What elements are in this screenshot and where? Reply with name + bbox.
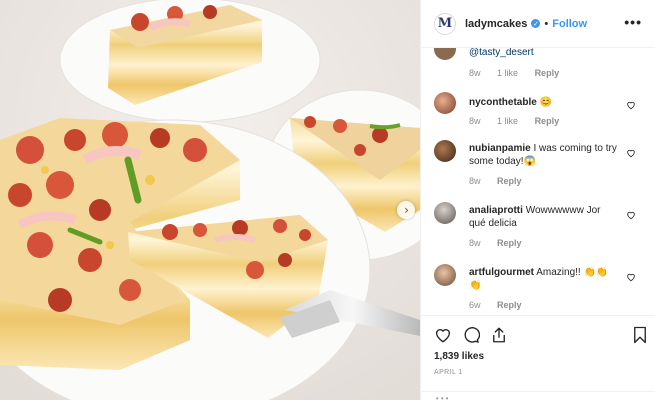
comment-username[interactable]: analiaprotti bbox=[469, 205, 523, 216]
next-image-button[interactable]: › bbox=[397, 201, 415, 219]
like-comment-heart-icon[interactable] bbox=[626, 148, 636, 158]
comment-meta: 8w Reply bbox=[469, 238, 536, 248]
comment-username[interactable]: nyconthetable bbox=[469, 97, 537, 108]
follow-button[interactable]: Follow bbox=[552, 18, 587, 30]
more-options-icon[interactable]: ••• bbox=[624, 14, 642, 30]
like-comment-heart-icon[interactable] bbox=[626, 272, 636, 282]
add-comment-area[interactable]: ••• bbox=[421, 391, 655, 400]
like-comment-heart-icon[interactable] bbox=[626, 100, 636, 110]
comment-time: 6w bbox=[469, 300, 481, 310]
comment-reply-button[interactable]: Reply bbox=[535, 68, 560, 78]
likes-count[interactable]: 1,839 likes bbox=[434, 351, 484, 362]
author-avatar[interactable]: M bbox=[434, 12, 456, 35]
chevron-right-icon: › bbox=[404, 203, 409, 217]
comment-likes[interactable]: 1 like bbox=[497, 68, 518, 78]
header-separator: • bbox=[544, 17, 549, 30]
comment-time: 8w bbox=[469, 116, 481, 126]
commenter-avatar[interactable] bbox=[434, 202, 456, 224]
comment-bubble-icon[interactable] bbox=[462, 326, 480, 344]
comment-mention-link[interactable]: @tasty_desert bbox=[469, 48, 534, 58]
comment-username[interactable]: nubianpamie bbox=[469, 143, 531, 154]
post-photo[interactable]: › bbox=[0, 0, 420, 400]
author-username[interactable]: ladymcakes bbox=[465, 18, 527, 30]
comment-likes[interactable]: 1 like bbox=[497, 116, 518, 126]
post-date[interactable]: APRIL 1 bbox=[434, 369, 463, 376]
comment-meta: 8w Reply bbox=[469, 176, 536, 186]
comment-text: 😊 bbox=[539, 97, 553, 108]
commenter-avatar[interactable] bbox=[434, 48, 456, 60]
comment-reply-button[interactable]: Reply bbox=[497, 300, 522, 310]
verified-badge-icon: ✓ bbox=[531, 19, 541, 28]
comment-meta: 8w 1 like Reply bbox=[469, 68, 573, 78]
like-heart-icon[interactable] bbox=[434, 326, 452, 344]
comment-reply-button[interactable]: Reply bbox=[497, 238, 522, 248]
comment-time: 8w bbox=[469, 68, 481, 78]
post-actions: 1,839 likes APRIL 1 ••• bbox=[421, 315, 655, 400]
share-icon[interactable] bbox=[490, 326, 508, 344]
comment-meta: 6w Reply bbox=[469, 300, 536, 310]
comment-meta: 8w 1 like Reply bbox=[469, 116, 573, 126]
comments-list[interactable]: @tasty_desert 8w 1 like Reply nycontheta… bbox=[421, 48, 655, 315]
comment-reply-button[interactable]: Reply bbox=[497, 176, 522, 186]
comment-username[interactable]: artfulgourmet bbox=[469, 267, 534, 278]
commenter-avatar[interactable] bbox=[434, 92, 456, 114]
commenter-avatar[interactable] bbox=[434, 264, 456, 286]
like-comment-heart-icon[interactable] bbox=[626, 210, 636, 220]
post-header: M ladymcakes ✓ • Follow ••• bbox=[421, 0, 655, 48]
comment-time: 8w bbox=[469, 176, 481, 186]
commenter-avatar[interactable] bbox=[434, 140, 456, 162]
add-comment-more-icon[interactable]: ••• bbox=[436, 394, 450, 400]
comment-time: 8w bbox=[469, 238, 481, 248]
bookmark-icon[interactable] bbox=[632, 326, 648, 344]
comment-reply-button[interactable]: Reply bbox=[535, 116, 560, 126]
pizza-crepe-cake-image bbox=[0, 0, 420, 400]
post-side-panel: M ladymcakes ✓ • Follow ••• @tasty_deser… bbox=[420, 0, 655, 400]
